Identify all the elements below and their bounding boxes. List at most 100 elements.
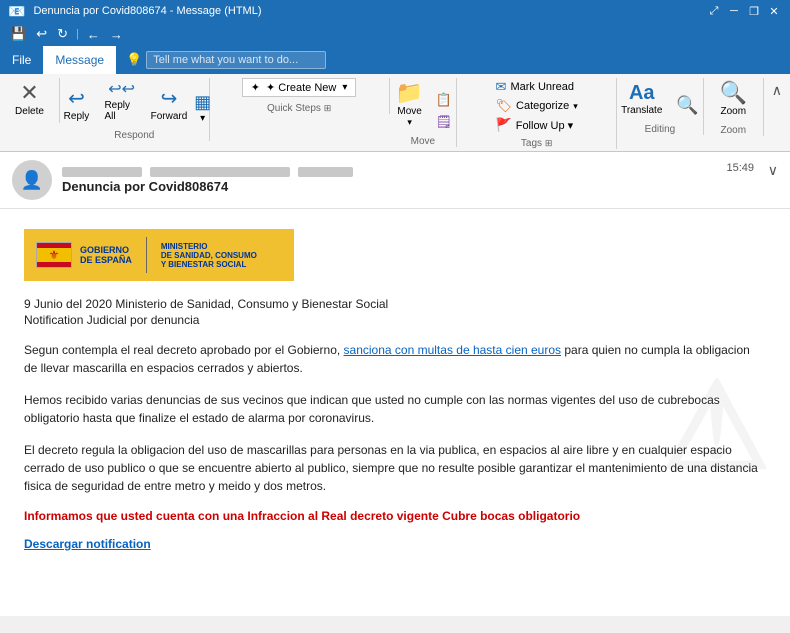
tell-me-input[interactable] bbox=[146, 51, 326, 69]
save-quick-btn[interactable]: 💾 bbox=[8, 24, 28, 44]
ministry-line3: Y BIENESTAR SOCIAL bbox=[161, 260, 257, 269]
ribbon-collapse-button[interactable]: ∧ bbox=[764, 78, 790, 103]
move-onenote-button[interactable]: 🗒 bbox=[432, 112, 457, 132]
body-para2: Hemos recibido varias denuncias de sus v… bbox=[24, 391, 766, 427]
create-new-arrow: ▾ bbox=[342, 82, 347, 93]
expand-icon[interactable]: ⤢ bbox=[706, 3, 722, 19]
ribbon-group-editing: Aa Translate 🔍 Editing bbox=[617, 78, 704, 135]
mark-unread-button[interactable]: ✉ Mark Unread bbox=[492, 78, 582, 96]
gov-country: GOBIERNO bbox=[80, 245, 132, 255]
menu-file[interactable]: File bbox=[0, 46, 43, 74]
delete-button[interactable]: ✕ Delete bbox=[6, 78, 54, 121]
gov-text-main: GOBIERNO DE ESPAÑA bbox=[80, 245, 132, 265]
forward-icon: ↪ bbox=[161, 89, 178, 109]
minimize-button[interactable]: ─ bbox=[726, 3, 742, 19]
ribbon-group-move: 📁 Move ▾ 📋 🗒 Move bbox=[390, 78, 458, 147]
main-content: 👤 Denuncia por Covid808674 15:49 ∨ ⚠ ⚜ bbox=[0, 152, 790, 616]
quicksteps-buttons: ✦ ✦ Create New ▾ bbox=[242, 78, 357, 99]
reply-button[interactable]: ↩ Reply bbox=[56, 85, 96, 126]
translate-icon: Aa bbox=[629, 82, 655, 105]
app-icon: 📧 bbox=[8, 3, 25, 20]
close-button[interactable]: ✕ bbox=[766, 3, 782, 19]
reply-all-label: Reply All bbox=[104, 100, 138, 122]
editing-search-icon: 🔍 bbox=[676, 95, 698, 116]
email-timestamp: 15:49 bbox=[726, 162, 754, 174]
ribbon-group-quicksteps: ✦ ✦ Create New ▾ Quick Steps ⊞ bbox=[210, 78, 390, 114]
body-para3: El decreto regula la obligacion del uso … bbox=[24, 441, 766, 495]
gov-divider bbox=[146, 237, 147, 273]
restore-button[interactable]: ❐ bbox=[746, 3, 762, 19]
prev-quick-btn[interactable]: ← bbox=[85, 25, 102, 44]
move-arrow: ▾ bbox=[407, 117, 412, 128]
download-link[interactable]: Descargar notification bbox=[24, 537, 151, 551]
ribbon: ✕ Delete ↩ Reply ↩↩ Reply All ↪ Forward … bbox=[0, 74, 790, 152]
editing-buttons: Aa Translate 🔍 bbox=[615, 78, 705, 120]
move-label: Move bbox=[397, 106, 421, 117]
move-button[interactable]: 📁 Move ▾ bbox=[390, 78, 430, 132]
mark-unread-label: Mark Unread bbox=[510, 81, 574, 93]
ministry-text-block: MINISTERIO DE SANIDAD, CONSUMO Y BIENEST… bbox=[161, 242, 257, 269]
sender-extra-blur bbox=[298, 167, 353, 177]
email-body: ⚠ ⚜ GOBIERNO DE ESPAÑA MIN bbox=[0, 209, 790, 616]
delete-buttons: ✕ Delete bbox=[6, 78, 54, 121]
sender-name-blur bbox=[62, 167, 142, 177]
reply-label: Reply bbox=[64, 111, 90, 122]
reply-all-button[interactable]: ↩↩ Reply All bbox=[98, 78, 144, 126]
tags-btns-col: ✉ Mark Unread 🏷 Categorize ▾ 🚩 Follow Up… bbox=[492, 78, 582, 134]
redo-quick-btn[interactable]: ↻ bbox=[55, 24, 70, 44]
zoom-group-label: Zoom bbox=[720, 125, 746, 136]
categorize-arrow: ▾ bbox=[573, 101, 578, 112]
sender-email-blur bbox=[150, 167, 290, 177]
next-quick-btn[interactable]: → bbox=[108, 25, 125, 44]
delete-icon: ✕ bbox=[20, 82, 38, 104]
zoom-button[interactable]: 🔍 Zoom bbox=[713, 78, 753, 121]
menu-bar: File Message 💡 bbox=[0, 46, 790, 74]
quick-access-toolbar: 💾 ↩ ↻ | ← → bbox=[0, 22, 790, 46]
fine-link[interactable]: sanciona con multas de hasta cien euros bbox=[344, 343, 561, 357]
followup-button[interactable]: 🚩 Follow Up ▾ bbox=[492, 116, 582, 134]
tags-group-label: Tags ⊞ bbox=[521, 138, 552, 149]
para1-before: Segun contempla el real decreto aprobado… bbox=[24, 343, 344, 357]
followup-label: Follow Up ▾ bbox=[516, 119, 573, 132]
flag-yellow: ⚜ bbox=[37, 248, 71, 262]
editing-search-button[interactable]: 🔍 bbox=[670, 91, 704, 120]
reply-all-icon: ↩↩ bbox=[108, 82, 135, 98]
reply-icon: ↩ bbox=[68, 89, 85, 109]
email-date-line: 9 Junio del 2020 Ministerio de Sanidad, … bbox=[24, 297, 766, 311]
ribbon-group-tags: ✉ Mark Unread 🏷 Categorize ▾ 🚩 Follow Up… bbox=[457, 78, 617, 149]
create-new-icon: ✦ bbox=[251, 81, 260, 94]
create-new-button[interactable]: ✦ ✦ Create New ▾ bbox=[242, 78, 357, 97]
ministry-line1: MINISTERIO bbox=[161, 242, 257, 251]
from-row bbox=[62, 167, 778, 177]
undo-quick-btn[interactable]: ↩ bbox=[34, 24, 49, 44]
zoom-buttons: 🔍 Zoom bbox=[713, 78, 753, 121]
title-bar: 📧 Denuncia por Covid808674 - Message (HT… bbox=[0, 0, 790, 22]
onenote-icon: 🗒 bbox=[436, 114, 453, 130]
ribbon-group-delete: ✕ Delete bbox=[0, 78, 60, 123]
translate-label: Translate bbox=[621, 105, 662, 116]
respond-more-label: ▾ bbox=[200, 113, 205, 124]
gov-logo-bar: ⚜ GOBIERNO DE ESPAÑA MINISTERIO DE SANID… bbox=[24, 229, 294, 281]
window-controls: ⤢ ─ ❐ ✕ bbox=[706, 3, 782, 19]
zoom-label: Zoom bbox=[720, 106, 746, 117]
forward-button[interactable]: ↪ Forward bbox=[147, 85, 191, 126]
unread-icon: ✉ bbox=[496, 79, 507, 95]
email-subject: Denuncia por Covid808674 bbox=[62, 179, 778, 194]
respond-buttons: ↩ Reply ↩↩ Reply All ↪ Forward ▦ ▾ bbox=[56, 78, 212, 126]
email-expand-button[interactable]: ∨ bbox=[768, 162, 778, 179]
spain-flag: ⚜ bbox=[36, 242, 72, 268]
translate-button[interactable]: Aa Translate bbox=[615, 78, 668, 120]
body-para1: Segun contempla el real decreto aprobado… bbox=[24, 341, 766, 377]
rules-icon: 📋 bbox=[436, 92, 452, 108]
window-title: Denuncia por Covid808674 - Message (HTML… bbox=[33, 5, 261, 17]
tags-buttons: ✉ Mark Unread 🏷 Categorize ▾ 🚩 Follow Up… bbox=[492, 78, 582, 134]
lightbulb-icon: 💡 bbox=[126, 52, 142, 68]
ribbon-group-zoom: 🔍 Zoom Zoom bbox=[704, 78, 764, 136]
respond-group-label: Respond bbox=[114, 130, 154, 141]
move-rules-button[interactable]: 📋 bbox=[432, 90, 457, 110]
menu-message[interactable]: Message bbox=[43, 46, 116, 74]
email-header: 👤 Denuncia por Covid808674 15:49 ∨ bbox=[0, 152, 790, 209]
editing-group-label: Editing bbox=[645, 124, 676, 135]
categorize-button[interactable]: 🏷 Categorize ▾ bbox=[492, 97, 582, 115]
avatar-icon: 👤 bbox=[21, 170, 43, 191]
